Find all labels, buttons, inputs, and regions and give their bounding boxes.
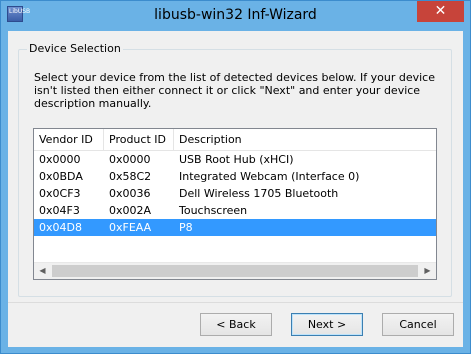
device-list[interactable]: Vendor ID Product ID Description 0x0000 … [33, 128, 437, 280]
product-id-cell: 0x58C2 [109, 170, 152, 183]
product-id-cell: 0x0036 [109, 187, 151, 200]
table-row[interactable]: 0x04F3 0x002A Touchscreen [34, 202, 436, 219]
vendor-id-cell: 0x0CF3 [39, 187, 81, 200]
close-button[interactable]: ✕ [417, 1, 464, 22]
scroll-right-icon[interactable]: ▶ [419, 263, 436, 279]
vendor-id-cell: 0x04F3 [39, 204, 80, 217]
device-selection-group: Device Selection Select your device from… [18, 42, 452, 297]
product-id-cell: 0x0000 [109, 153, 151, 166]
description-cell: P8 [179, 221, 193, 234]
description-cell: Touchscreen [179, 204, 248, 217]
table-row-selected[interactable]: 0x04D8 0xFEAA P8 [34, 219, 436, 236]
device-list-header: Vendor ID Product ID Description [34, 129, 436, 151]
instructions-text: Select your device from the list of dete… [34, 71, 435, 110]
scroll-left-icon[interactable]: ◀ [34, 263, 51, 279]
vendor-id-cell: 0x04D8 [39, 221, 82, 234]
button-separator [8, 302, 463, 303]
vendor-id-cell: 0x0BDA [39, 170, 83, 183]
group-title: Device Selection [27, 42, 123, 55]
column-header-description[interactable]: Description [174, 129, 436, 150]
cancel-button[interactable]: Cancel [382, 313, 454, 336]
next-button[interactable]: Next > [291, 313, 363, 336]
vendor-id-cell: 0x0000 [39, 153, 81, 166]
scrollbar-thumb[interactable] [52, 265, 418, 277]
product-id-cell: 0x002A [109, 204, 152, 217]
description-cell: Dell Wireless 1705 Bluetooth [179, 187, 339, 200]
dialog-body: Device Selection Select your device from… [8, 31, 463, 347]
description-cell: USB Root Hub (xHCI) [179, 153, 294, 166]
column-header-product-id[interactable]: Product ID [104, 129, 174, 150]
back-button[interactable]: < Back [200, 313, 272, 336]
window-title: libusb-win32 Inf-Wizard [154, 7, 317, 23]
description-cell: Integrated Webcam (Interface 0) [179, 170, 360, 183]
product-id-cell: 0xFEAA [109, 221, 152, 234]
title-bar[interactable]: LibUSB libusb-win32 Inf-Wizard ✕ [1, 1, 470, 31]
table-row[interactable]: 0x0BDA 0x58C2 Integrated Webcam (Interfa… [34, 168, 436, 185]
horizontal-scrollbar[interactable]: ◀ ▶ [34, 262, 436, 279]
table-row[interactable]: 0x0000 0x0000 USB Root Hub (xHCI) [34, 151, 436, 168]
column-header-vendor-id[interactable]: Vendor ID [34, 129, 104, 150]
wizard-window: LibUSB libusb-win32 Inf-Wizard ✕ Device … [0, 0, 471, 354]
table-row[interactable]: 0x0CF3 0x0036 Dell Wireless 1705 Bluetoo… [34, 185, 436, 202]
